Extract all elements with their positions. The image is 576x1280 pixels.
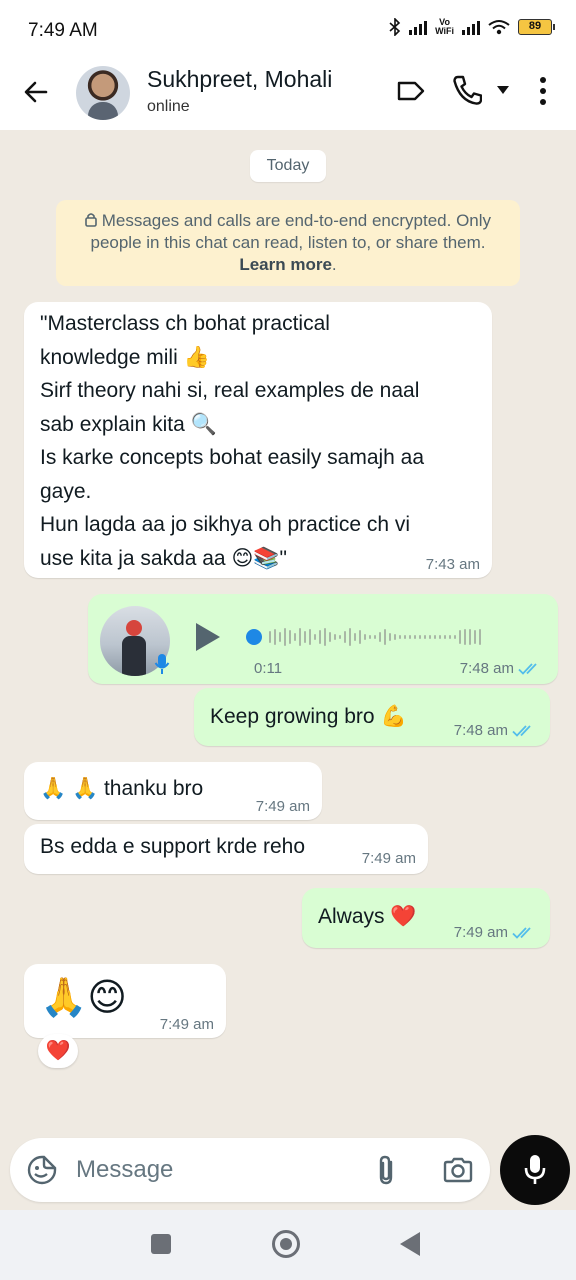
contact-status: online [147,98,190,115]
bluetooth-icon [389,18,401,36]
read-ticks-icon [512,926,531,939]
message-composer[interactable]: Message [10,1138,490,1202]
message-text: 🙏😊 [40,977,127,1019]
contact-avatar[interactable] [76,66,130,120]
encryption-notice[interactable]: Messages and calls are end-to-end encryp… [56,200,520,286]
home-button[interactable] [272,1230,300,1258]
dropdown-icon[interactable] [496,85,510,95]
lock-icon [85,213,97,227]
waveform-progress-dot[interactable] [246,629,262,645]
message-time: 7:48 am [454,722,538,739]
sticker-icon[interactable] [26,1154,58,1186]
message-time: 7:49 am [255,798,310,815]
voice-duration: 0:11 [254,660,283,677]
phone-icon[interactable] [452,74,482,106]
system-nav-bar [0,1210,576,1280]
system-back-button[interactable] [400,1232,420,1256]
message-time: 7:48 am [460,660,544,677]
mic-icon [524,1155,546,1184]
mic-badge-icon [154,654,170,674]
read-ticks-icon [512,724,531,737]
message-bubble[interactable]: Bs edda e support krde reho 7:49 am [24,824,428,874]
wifi-icon [488,20,510,35]
voice-waveform[interactable] [246,626,536,648]
date-chip: Today [250,150,326,182]
vowifi-label: Vo WiFi [435,17,454,36]
message-bubble[interactable]: "Masterclass ch bohat practical knowledg… [24,302,492,578]
message-time: 7:49 am [454,924,538,941]
message-text: Keep growing bro 💪 [210,705,407,728]
message-bubble[interactable]: 🙏😊 7:49 am [24,964,226,1038]
play-icon[interactable] [190,620,224,654]
message-bubble[interactable]: 🙏 🙏 thanku bro 7:49 am [24,762,322,820]
message-text: Bs edda e support krde reho [40,835,306,858]
message-bubble[interactable]: Always ❤️ 7:49 am [302,888,550,948]
attach-icon[interactable] [374,1153,398,1187]
message-time: 7:43 am [425,556,480,573]
message-time: 7:49 am [159,1016,214,1033]
label-icon[interactable] [396,78,426,104]
chat-header: Sukhpreet, Mohali online [0,58,576,130]
chat-area[interactable]: Today Messages and calls are end-to-end … [0,130,576,1140]
voice-message-bubble[interactable]: 0:11 7:48 am [88,594,558,684]
message-text: "Masterclass ch bohat practical knowledg… [40,312,425,570]
read-ticks-icon [518,662,537,675]
message-input[interactable]: Message [76,1156,173,1184]
contact-name[interactable]: Sukhpreet, Mohali [147,66,332,93]
back-arrow-icon[interactable] [20,76,52,108]
more-vert-icon[interactable] [538,76,548,106]
camera-icon[interactable] [442,1156,474,1184]
signal-2-icon [462,19,480,35]
message-reaction[interactable]: ❤️ [38,1034,78,1068]
battery-indicator: 89 [518,19,555,35]
status-time: 7:49 AM [28,20,98,41]
learn-more-link[interactable]: Learn more [239,255,332,274]
message-text: 🙏 🙏 thanku bro [40,777,204,800]
encryption-text: Messages and calls are end-to-end encryp… [90,211,492,252]
status-bar: 7:49 AM Vo WiFi 89 [0,0,576,58]
message-text: Always ❤️ [318,905,417,928]
message-bubble[interactable]: Keep growing bro 💪 7:48 am [194,688,550,746]
signal-icon [409,19,428,35]
recents-button[interactable] [151,1234,171,1254]
message-time: 7:49 am [361,850,416,867]
status-icons: Vo WiFi 89 [389,17,555,36]
voice-record-button[interactable] [500,1135,570,1205]
